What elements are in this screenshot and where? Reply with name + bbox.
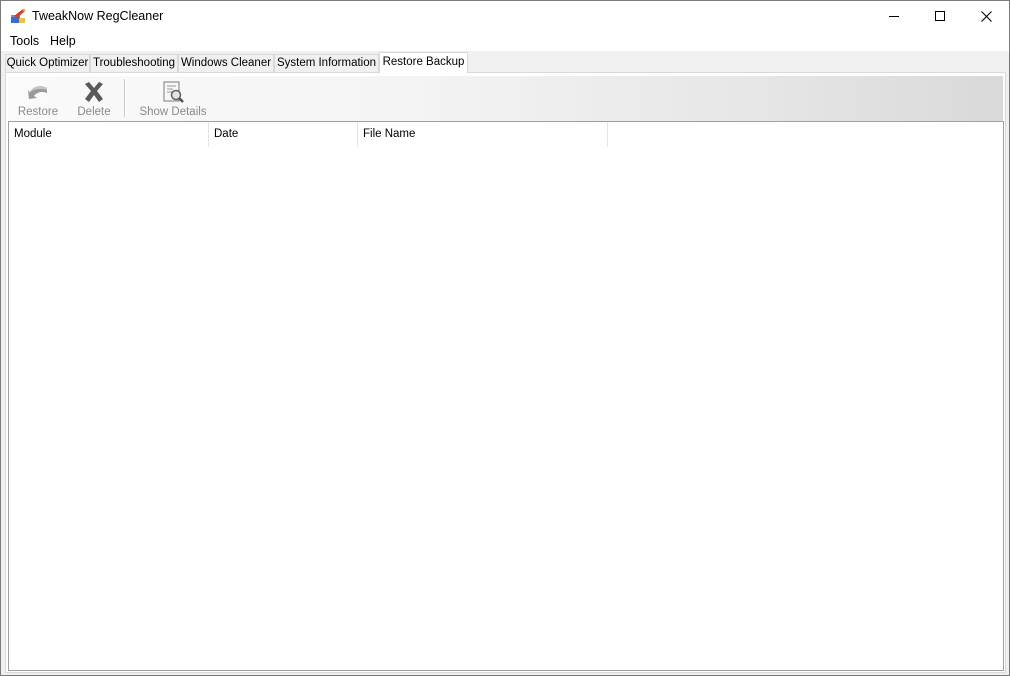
delete-button-label: Delete	[77, 106, 111, 118]
close-button[interactable]	[963, 1, 1009, 31]
toolbar-separator	[124, 79, 126, 117]
menu-bar: Tools Help	[1, 31, 1009, 51]
show-details-button-label: Show Details	[139, 106, 207, 118]
delete-button[interactable]: Delete	[74, 79, 114, 121]
restore-button-label: Restore	[17, 106, 59, 118]
menu-tools[interactable]: Tools	[9, 34, 40, 48]
minimize-icon	[889, 16, 899, 17]
app-window: TweakNow RegCleaner Tools Help Quick Opt…	[0, 0, 1010, 676]
delete-x-icon	[85, 82, 103, 102]
column-header-module[interactable]: Module	[9, 122, 209, 147]
menu-help[interactable]: Help	[49, 34, 77, 48]
list-header: Module Date File Name	[9, 122, 1003, 147]
toolbar: Restore Delete Show Details	[8, 76, 1003, 121]
minimize-button[interactable]	[871, 1, 917, 31]
tab-quick-optimizer[interactable]: Quick Optimizer	[5, 54, 90, 72]
restore-button[interactable]: Restore	[13, 79, 63, 121]
close-icon	[980, 10, 992, 22]
column-header-date[interactable]: Date	[209, 122, 358, 147]
restore-arrow-icon	[28, 86, 47, 99]
restore-backup-panel: Restore Delete Show Details Module Date …	[5, 72, 1006, 673]
tab-restore-backup[interactable]: Restore Backup	[379, 52, 468, 73]
window-title: TweakNow RegCleaner	[32, 9, 164, 23]
show-details-button[interactable]: Show Details	[138, 79, 208, 121]
backup-list[interactable]: Module Date File Name	[8, 121, 1004, 671]
regcleaner-app-icon	[11, 8, 26, 23]
document-magnifier-icon	[163, 81, 184, 103]
column-header-file-name[interactable]: File Name	[358, 122, 608, 147]
tab-strip: Quick Optimizer Troubleshooting Windows …	[1, 51, 1009, 73]
tab-system-information[interactable]: System Information	[274, 54, 379, 72]
title-bar[interactable]: TweakNow RegCleaner	[1, 1, 1009, 31]
tab-troubleshooting[interactable]: Troubleshooting	[90, 54, 178, 72]
tab-windows-cleaner[interactable]: Windows Cleaner	[178, 54, 274, 72]
maximize-button[interactable]	[917, 1, 963, 31]
maximize-icon	[935, 11, 945, 21]
